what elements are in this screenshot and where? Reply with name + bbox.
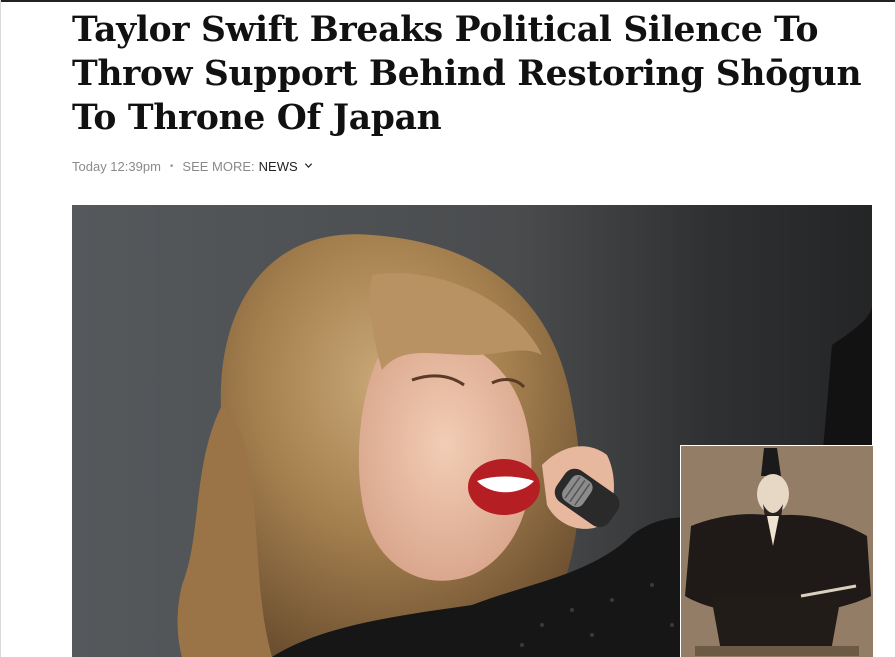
chevron-down-icon [305,163,313,168]
article-meta: Today 12:39pm • SEE MORE: NEWS [72,159,313,174]
inset-painting [680,445,873,657]
meta-separator: • [169,161,174,172]
section-link-news[interactable]: NEWS [259,159,314,174]
inset-painting-art [681,446,873,657]
window-top-border [0,0,895,2]
article-timestamp: Today 12:39pm [72,159,161,174]
section-link-label: NEWS [258,159,298,174]
see-more-label: SEE MORE: [182,159,255,174]
article-headline: Taylor Swift Breaks Political Silence To… [72,10,862,138]
window-left-border [0,0,1,657]
